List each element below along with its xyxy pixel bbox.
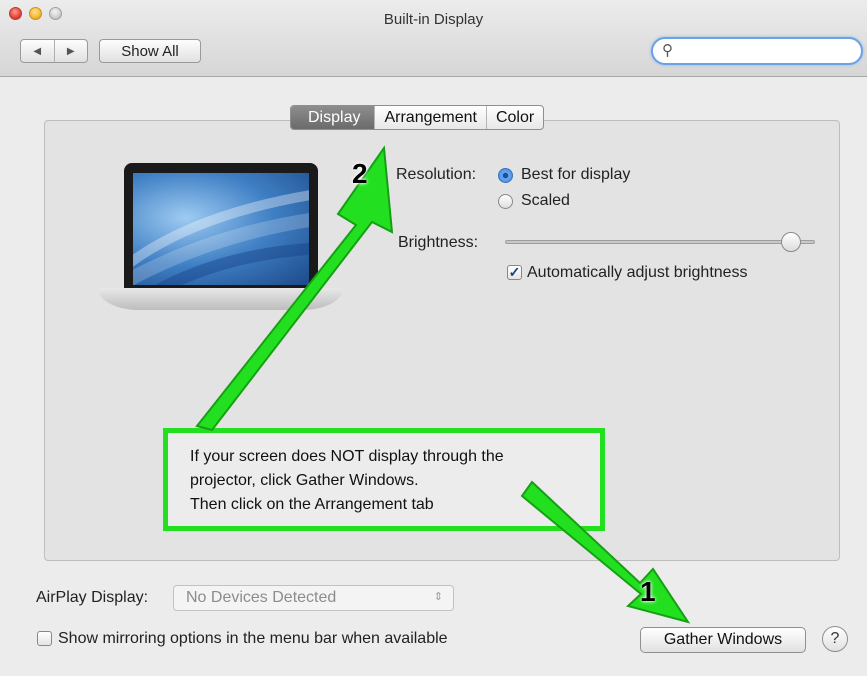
- arrow-to-arrangement-tab: [195, 145, 394, 432]
- annotation-arrows: [195, 145, 691, 624]
- step-2-label: 2: [352, 158, 368, 189]
- arrow-to-gather-windows: [520, 480, 691, 624]
- system-preferences-window: Built-in Display ◀ ▶ Show All ⚲ Display …: [0, 0, 867, 676]
- step-1-label: 1: [640, 576, 656, 607]
